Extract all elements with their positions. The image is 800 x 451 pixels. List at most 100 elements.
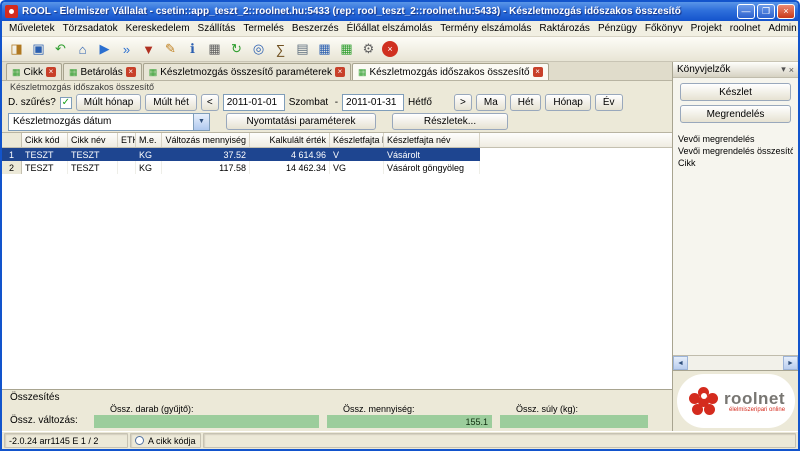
menu-item-t-rzsadatok[interactable]: Törzsadatok bbox=[59, 22, 122, 35]
panel-close-icon[interactable]: × bbox=[789, 65, 794, 75]
scroll-right-icon[interactable]: ► bbox=[783, 356, 798, 370]
settings-icon[interactable]: ⚙ bbox=[358, 39, 379, 59]
date-from-day-label: Szombat bbox=[289, 97, 331, 108]
table-icon[interactable]: ▦ bbox=[314, 39, 335, 59]
tab-bet-rol-s[interactable]: ▦Betárolás× bbox=[63, 63, 142, 80]
maximize-button[interactable]: ❐ bbox=[757, 4, 775, 19]
column-header-cikk-n-v[interactable]: Cikk név bbox=[68, 133, 118, 147]
year-button[interactable]: Év bbox=[595, 94, 623, 111]
date-from-input[interactable] bbox=[223, 94, 285, 111]
bookmarks-hscrollbar[interactable]: ◄ ► bbox=[673, 355, 798, 370]
exit-icon[interactable]: ◨ bbox=[6, 39, 27, 59]
tab-cikk[interactable]: ▦Cikk× bbox=[6, 63, 62, 80]
bookmark-item-vev-i-megrendel-s-sszes-t-param-terek[interactable]: Vevői megrendelés összesítő paraméterek bbox=[678, 146, 793, 156]
info-icon[interactable]: ℹ bbox=[182, 39, 203, 59]
tab-close-icon[interactable]: × bbox=[126, 67, 136, 77]
tab-label: Készletmozgás összesítő paraméterek bbox=[160, 67, 332, 78]
prev-period-button[interactable]: < bbox=[201, 94, 219, 111]
column-header-cikk-k-d[interactable]: Cikk kód bbox=[22, 133, 68, 147]
list-icon[interactable]: ▤ bbox=[292, 39, 313, 59]
calculator-icon[interactable]: ▦ bbox=[204, 39, 225, 59]
menu-item-term-ny-elsz-mol-s[interactable]: Termény elszámolás bbox=[436, 22, 535, 35]
last-week-button[interactable]: Múlt hét bbox=[145, 94, 197, 111]
table-cell: 117.58 bbox=[162, 161, 250, 174]
results-table: Cikk kódCikk névETKM.e.Változás mennyisé… bbox=[2, 132, 672, 389]
close-button[interactable]: × bbox=[777, 4, 795, 19]
logo-area: roolnet élelmiszeripari online bbox=[673, 371, 798, 431]
menu-item-kereskedelem[interactable]: Kereskedelem bbox=[122, 22, 194, 35]
column-header-k-szletfajta-n-v[interactable]: Készletfajta név bbox=[384, 133, 480, 147]
summary-row: Össz. változás: Össz. darab (gyűjtő): Ös… bbox=[10, 404, 664, 428]
next-period-button[interactable]: > bbox=[454, 94, 472, 111]
bookmark-megrendeles-button[interactable]: Megrendelés bbox=[680, 105, 791, 123]
tab-close-icon[interactable]: × bbox=[533, 67, 543, 77]
undo-icon[interactable]: ↶ bbox=[50, 39, 71, 59]
column-header-m-e[interactable]: M.e. bbox=[136, 133, 162, 147]
menu-item-beszerz-s[interactable]: Beszerzés bbox=[288, 22, 343, 35]
menu-item-admin[interactable]: Admin bbox=[764, 22, 800, 35]
row-number-cell: 2 bbox=[2, 161, 22, 174]
run-icon[interactable]: ▶ bbox=[94, 39, 115, 59]
table-row[interactable]: 2TESZTTESZTKG117.5814 462.34VGVásárolt g… bbox=[2, 161, 672, 174]
cikk-code-radio-label: A cikk kódja bbox=[148, 436, 196, 446]
table-cell: TESZT bbox=[68, 148, 118, 161]
home-icon[interactable]: ⌂ bbox=[72, 39, 93, 59]
fast-forward-icon[interactable]: » bbox=[116, 39, 137, 59]
menu-item-m-veletek[interactable]: Műveletek bbox=[5, 22, 59, 35]
tab-label: Cikk bbox=[24, 67, 43, 78]
cikk-code-radio[interactable] bbox=[135, 436, 144, 445]
column-header-etk[interactable]: ETK bbox=[118, 133, 136, 147]
today-button[interactable]: Ma bbox=[476, 94, 506, 111]
calendar-icon[interactable]: ▦ bbox=[336, 39, 357, 59]
menu-item-termel-s[interactable]: Termelés bbox=[239, 22, 288, 35]
date-to-input[interactable] bbox=[342, 94, 404, 111]
print-params-button[interactable]: Nyomtatási paraméterek bbox=[226, 113, 376, 130]
row-number-header bbox=[2, 133, 22, 147]
summary-title: Összesítés bbox=[10, 392, 664, 403]
menu-item-rakt-roz-s[interactable]: Raktározás bbox=[535, 22, 594, 35]
menu-item-f-k-nyv[interactable]: Főkönyv bbox=[641, 22, 687, 35]
save-icon[interactable]: ▣ bbox=[28, 39, 49, 59]
column-header-v-ltoz-s-mennyis-g[interactable]: Változás mennyiség bbox=[162, 133, 250, 147]
sum-icon[interactable]: ∑ bbox=[270, 39, 291, 59]
summary-field-weight: Össz. súly (kg): bbox=[500, 404, 648, 428]
week-button[interactable]: Hét bbox=[510, 94, 542, 111]
date-filter-checkbox[interactable]: ✓ bbox=[60, 97, 72, 109]
bookmark-keszlet-button[interactable]: Készlet bbox=[680, 83, 791, 101]
month-button[interactable]: Hónap bbox=[545, 94, 590, 111]
menu-item-roolnet[interactable]: roolnet bbox=[726, 22, 765, 35]
scroll-left-icon[interactable]: ◄ bbox=[673, 356, 688, 370]
logo-wordmark: roolnet bbox=[724, 390, 785, 407]
table-cell bbox=[118, 161, 136, 174]
date-type-select[interactable]: Készletmozgás dátum ▼ bbox=[8, 113, 210, 131]
table-cell: 37.52 bbox=[162, 148, 250, 161]
scrollbar-track[interactable] bbox=[688, 356, 783, 370]
minimize-button[interactable]: — bbox=[737, 4, 755, 19]
last-month-button[interactable]: Múlt hónap bbox=[76, 94, 141, 111]
tab-close-icon[interactable]: × bbox=[335, 67, 345, 77]
status-filler bbox=[203, 433, 796, 448]
tab-close-icon[interactable]: × bbox=[46, 67, 56, 77]
column-header-kalkul-lt-rt-k[interactable]: Kalkulált érték bbox=[250, 133, 330, 147]
edit-icon[interactable]: ✎ bbox=[160, 39, 181, 59]
summary-field-quantity: Össz. mennyiség: 155.1 bbox=[327, 404, 492, 428]
pin-icon[interactable]: ▾ bbox=[781, 64, 786, 75]
menu-item-p-nz-gy[interactable]: Pénzügy bbox=[594, 22, 641, 35]
tab-k-szletmozg-s-sszes-t-param-terek[interactable]: ▦Készletmozgás összesítő paraméterek× bbox=[143, 63, 351, 80]
details-button[interactable]: Részletek... bbox=[392, 113, 508, 130]
filter-icon[interactable]: ▼ bbox=[138, 39, 159, 59]
stop-icon[interactable]: × bbox=[382, 41, 398, 57]
menu-item-l-llat-elsz-mol-s[interactable]: Élőállat elszámolás bbox=[343, 22, 437, 35]
bookmark-item-cikk[interactable]: Cikk bbox=[678, 158, 793, 168]
summary-quantity-label: Össz. mennyiség: bbox=[327, 404, 492, 414]
refresh-icon[interactable]: ↻ bbox=[226, 39, 247, 59]
table-row[interactable]: 1TESZTTESZTKG37.524 614.96VVásárolt bbox=[2, 148, 672, 161]
tab-k-szletmozg-s-id-szakos-sszes-t[interactable]: ▦Készletmozgás időszakos összesítő× bbox=[352, 63, 549, 80]
column-header-k-szletfajta-k-d[interactable]: Készletfajta kód bbox=[330, 133, 384, 147]
zoom-icon[interactable]: ◎ bbox=[248, 39, 269, 59]
app-icon bbox=[5, 5, 18, 18]
menu-item-projekt[interactable]: Projekt bbox=[687, 22, 726, 35]
chevron-down-icon[interactable]: ▼ bbox=[193, 114, 209, 130]
bookmark-item-vev-i-megrendel-s[interactable]: Vevői megrendelés bbox=[678, 134, 793, 144]
menu-item-sz-ll-t-s[interactable]: Szállítás bbox=[194, 22, 240, 35]
